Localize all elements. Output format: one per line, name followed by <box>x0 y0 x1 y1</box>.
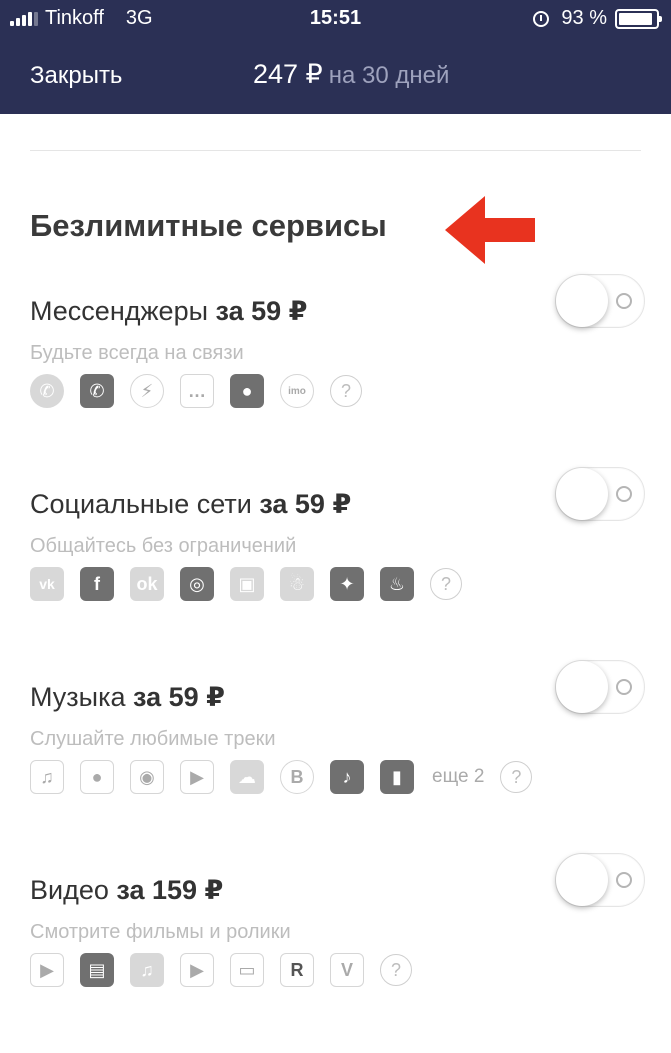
chat-bubble-icon: ● <box>230 374 264 408</box>
toggle-knob <box>556 661 608 713</box>
price-value: 247 ₽ <box>253 59 323 89</box>
apple-music-icon: ♫ <box>30 760 64 794</box>
service-icons: ✆ ✆ ⚡ … ● imo ? <box>30 374 362 408</box>
toggle-off-indicator <box>616 679 632 695</box>
section-title: Безлимитные сервисы <box>30 208 387 243</box>
alarm-icon <box>533 10 550 27</box>
service-video: Видео за 159 ₽ Смотрите фильмы и ролики … <box>0 853 671 1025</box>
service-title: Социальные сети за 59 ₽ <box>30 489 351 520</box>
snapchat-icon: ☃ <box>280 567 314 601</box>
igtv-icon: ▣ <box>230 567 264 601</box>
podcast-icon: ◉ <box>130 760 164 794</box>
battery-percent: 93 % <box>561 7 607 29</box>
toggle-knob <box>556 854 608 906</box>
price-period: на 30 дней <box>328 62 450 89</box>
video-toggle[interactable] <box>555 853 645 907</box>
service-name: Мессенджеры <box>30 296 208 326</box>
facebook-icon: f <box>80 567 114 601</box>
equalizer-icon: ▮ <box>380 760 414 794</box>
help-icon[interactable]: ? <box>500 761 533 793</box>
itunes-icon: ♫ <box>130 953 164 987</box>
service-name: Социальные сети <box>30 489 252 519</box>
status-right: 93 % <box>533 7 662 30</box>
soundcloud-icon: ☁ <box>230 760 264 794</box>
service-icons: ▶ ▤ ♫ ▶ ▭ R V ? <box>30 953 412 987</box>
help-icon[interactable]: ? <box>430 568 462 600</box>
music-toggle[interactable] <box>555 660 645 714</box>
service-name: Музыка <box>30 682 126 712</box>
service-messengers: Мессенджеры за 59 ₽ Будьте всегда на свя… <box>0 274 671 446</box>
imo-icon: imo <box>280 374 314 408</box>
toggle-knob <box>556 275 608 327</box>
vimeo-icon: V <box>330 953 364 987</box>
top-bar: Tinkoff 3G 15:51 93 % Закрыть 247 ₽ на 30… <box>0 0 671 114</box>
help-icon[interactable]: ? <box>380 954 412 986</box>
odnoklassniki-icon: ok <box>130 567 164 601</box>
service-title: Мессенджеры за 59 ₽ <box>30 296 307 327</box>
youtube-tv-icon: ▭ <box>230 953 264 987</box>
music-note-icon: ♪ <box>330 760 364 794</box>
youtube-icon: ▶ <box>30 953 64 987</box>
music-disc-icon: ● <box>80 760 114 794</box>
more-services-link[interactable]: еще 2 <box>432 766 484 788</box>
viber-icon: ✆ <box>80 374 114 408</box>
tinder-icon: ♨ <box>380 567 414 601</box>
service-subtitle: Смотрите фильмы и ролики <box>30 921 291 943</box>
rutube-icon: R <box>280 953 314 987</box>
service-price: за 59 ₽ <box>215 296 308 326</box>
boom-icon: B <box>280 760 314 794</box>
service-subtitle: Общайтесь без ограничений <box>30 535 297 557</box>
messenger-icon: ⚡ <box>130 374 164 408</box>
imessage-icon: … <box>180 374 214 408</box>
service-price: за 159 ₽ <box>116 875 224 905</box>
battery-icon <box>615 8 662 29</box>
service-name: Видео <box>30 875 109 905</box>
toggle-off-indicator <box>616 872 632 888</box>
twitch-icon: ▤ <box>80 953 114 987</box>
close-button[interactable]: Закрыть <box>30 62 122 90</box>
divider <box>30 150 641 151</box>
service-icons: ♫ ● ◉ ▶ ☁ B ♪ ▮ еще 2 ? <box>30 760 533 794</box>
instagram-icon: ◎ <box>180 567 214 601</box>
service-price: за 59 ₽ <box>259 489 352 519</box>
google-play-movies-icon: ▶ <box>180 953 214 987</box>
status-bar: Tinkoff 3G 15:51 93 % <box>0 0 671 38</box>
service-title: Музыка за 59 ₽ <box>30 682 225 713</box>
service-social: Социальные сети за 59 ₽ Общайтесь без ог… <box>0 467 671 639</box>
service-music: Музыка за 59 ₽ Слушайте любимые треки ♫ … <box>0 660 671 832</box>
service-subtitle: Будьте всегда на связи <box>30 342 244 364</box>
whatsapp-icon: ✆ <box>30 374 64 408</box>
tariff-price: 247 ₽ на 30 дней <box>253 59 449 90</box>
service-icons: vk f ok ◎ ▣ ☃ ✦ ♨ ? <box>30 567 462 601</box>
service-price: за 59 ₽ <box>133 682 225 712</box>
messengers-toggle[interactable] <box>555 274 645 328</box>
help-icon[interactable]: ? <box>330 375 362 407</box>
toggle-off-indicator <box>616 486 632 502</box>
red-arrow-icon <box>445 196 535 264</box>
toggle-knob <box>556 468 608 520</box>
social-toggle[interactable] <box>555 467 645 521</box>
twitter-icon: ✦ <box>330 567 364 601</box>
vk-icon: vk <box>30 567 64 601</box>
service-subtitle: Слушайте любимые треки <box>30 728 276 750</box>
google-play-music-icon: ▶ <box>180 760 214 794</box>
toggle-off-indicator <box>616 293 632 309</box>
service-title: Видео за 159 ₽ <box>30 875 223 906</box>
